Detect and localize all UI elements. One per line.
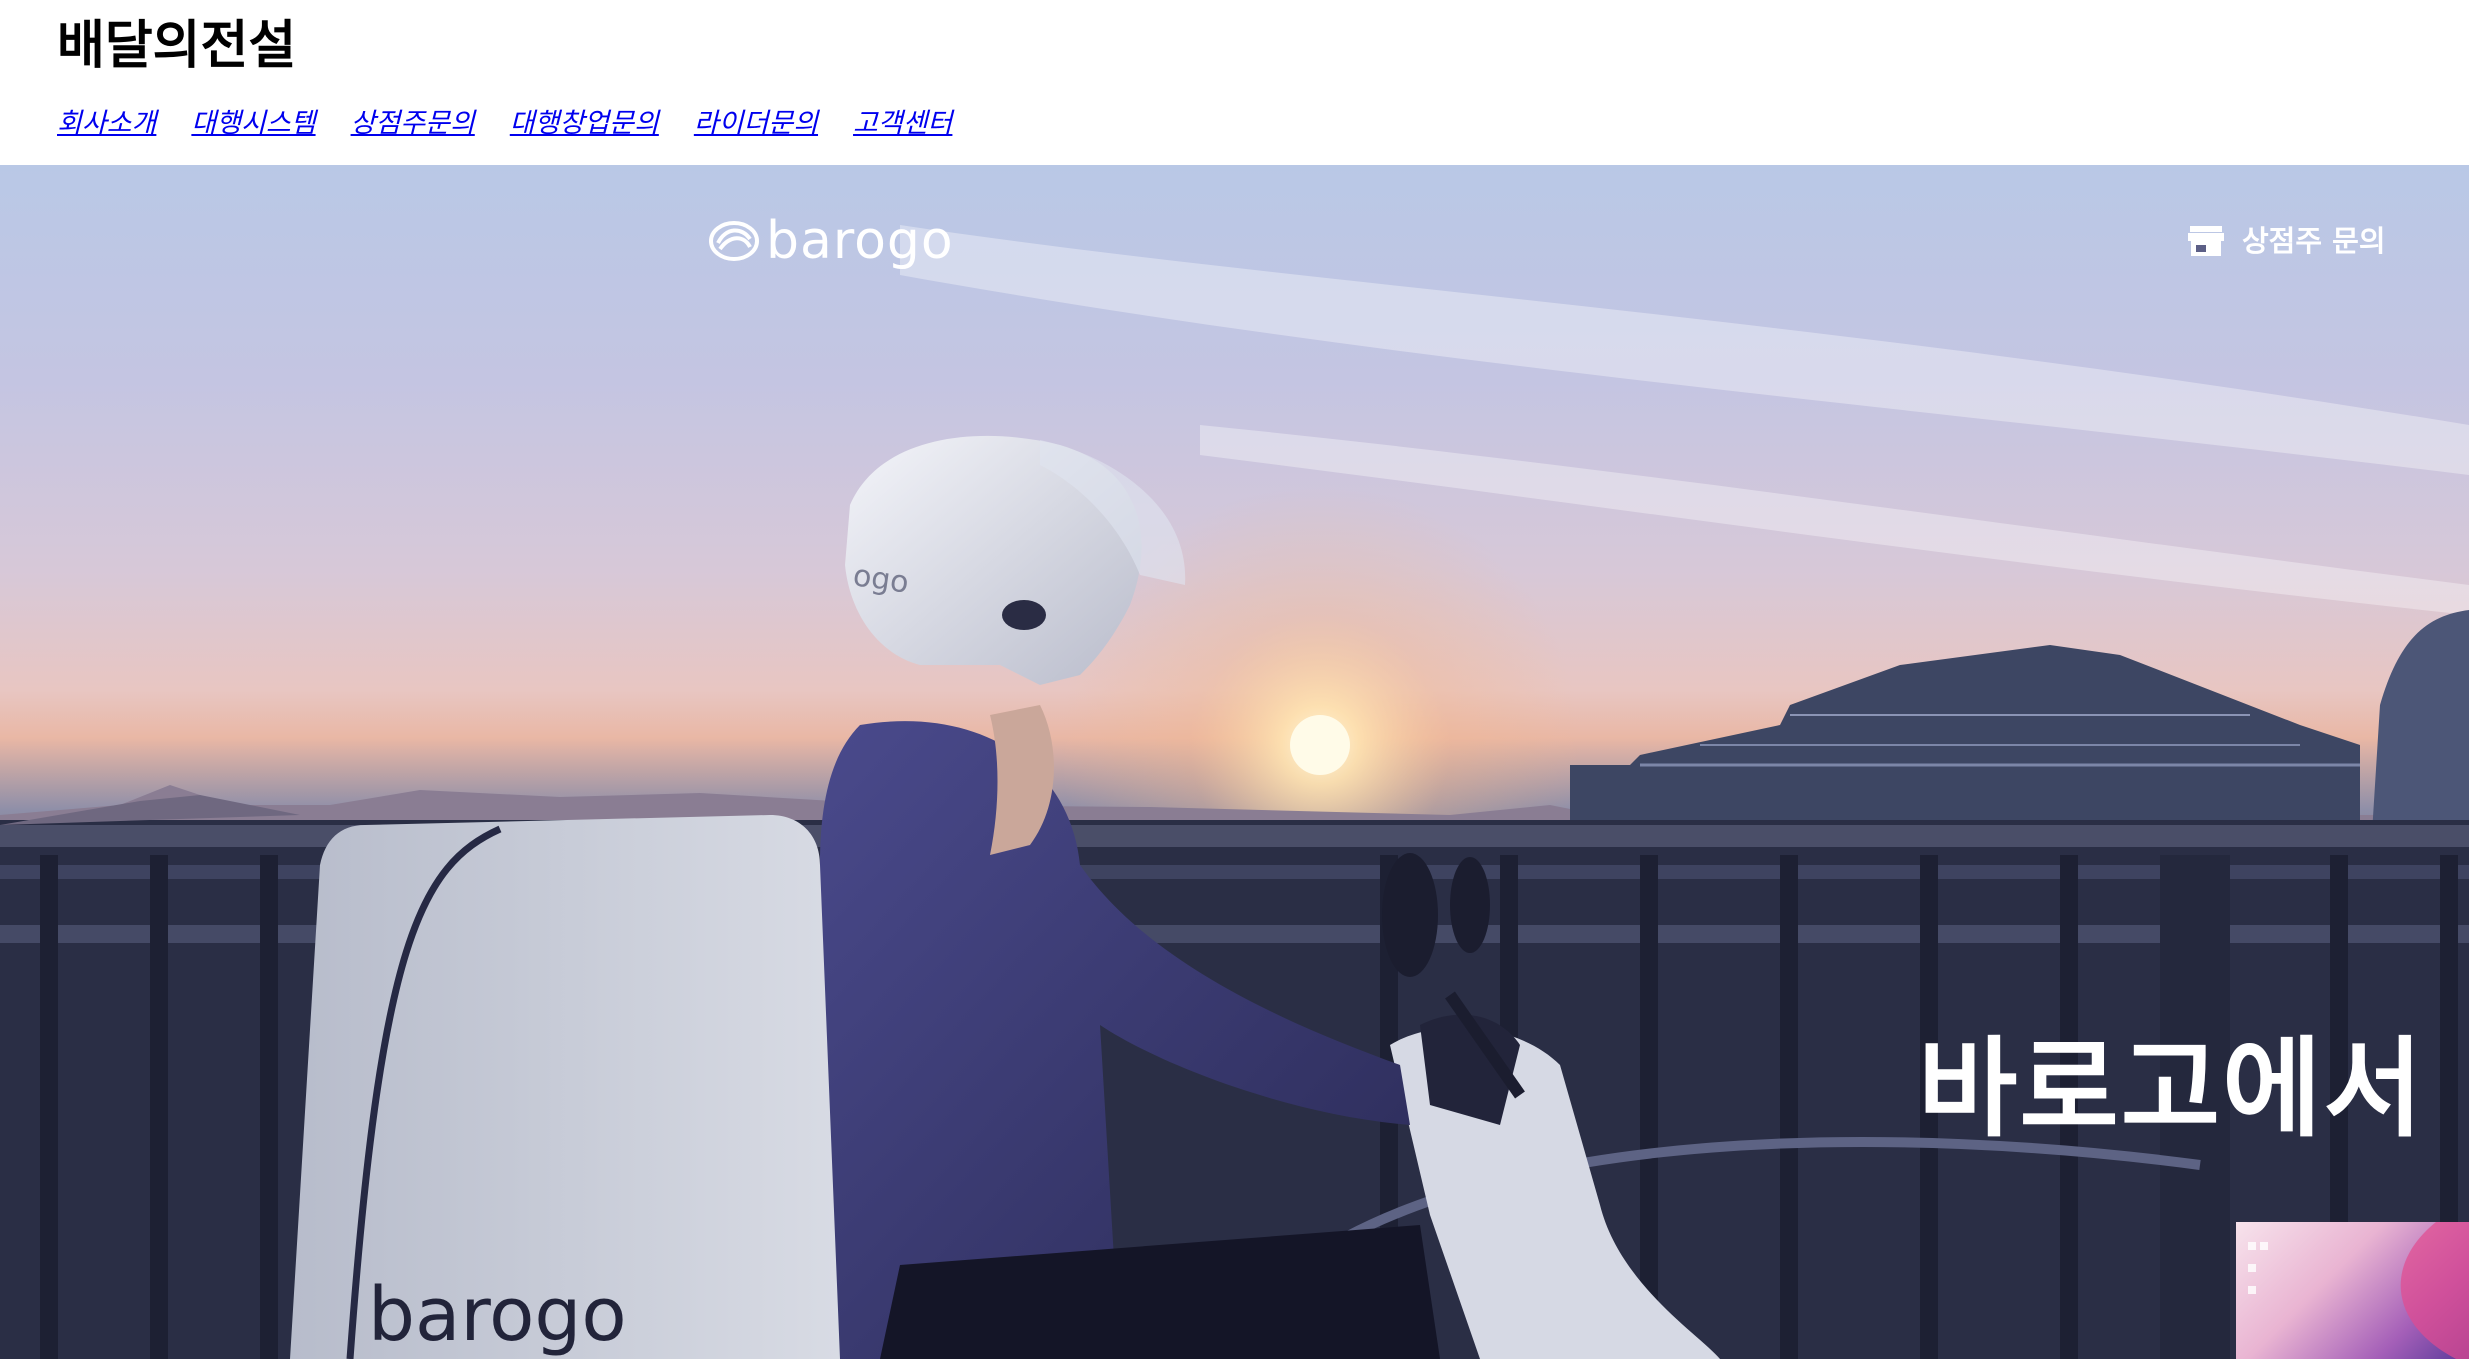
barogo-swirl-icon [709,221,759,261]
hero-headline: 바로고에서 [1918,1027,2425,1152]
sun [1290,715,1350,775]
box-brand-text: barogo [368,1272,627,1358]
corner-preview-thumbnail [2236,1222,2469,1359]
main-nav: 회사소개 대행시스템 상점주문의 대행창업문의 라이더문의 고객센터 [57,106,952,142]
nav-link-company[interactable]: 회사소개 [57,106,156,142]
store-owner-inquiry-link[interactable]: 상점주 문의 [2188,221,2386,261]
nav-link-rider-inquiry[interactable]: 라이더문의 [694,106,818,142]
nav-link-franchise-inquiry[interactable]: 대행창업문의 [510,106,659,142]
site-title: 배달의전설 [57,16,297,76]
nav-link-customer-center[interactable]: 고객센터 [853,106,952,142]
hero-photo: barogo ogo [0,225,2469,1359]
barogo-logo[interactable]: barogo [708,211,954,271]
nav-link-delivery-system[interactable]: 대행시스템 [191,106,315,142]
barogo-logo-text: barogo [766,211,954,271]
thumbnail-graphic [2248,1222,2469,1359]
nav-link-store-inquiry[interactable]: 상점주문의 [351,106,475,142]
hero-banner: barogo ogo barogo 상점주 문의 바로고에서 [0,165,2469,1359]
site-header: 배달의전설 회사소개 대행시스템 상점주문의 대행창업문의 라이더문의 고객센터 [0,0,2469,164]
store-icon [2188,226,2224,256]
store-owner-inquiry-label: 상점주 문의 [2242,224,2386,258]
